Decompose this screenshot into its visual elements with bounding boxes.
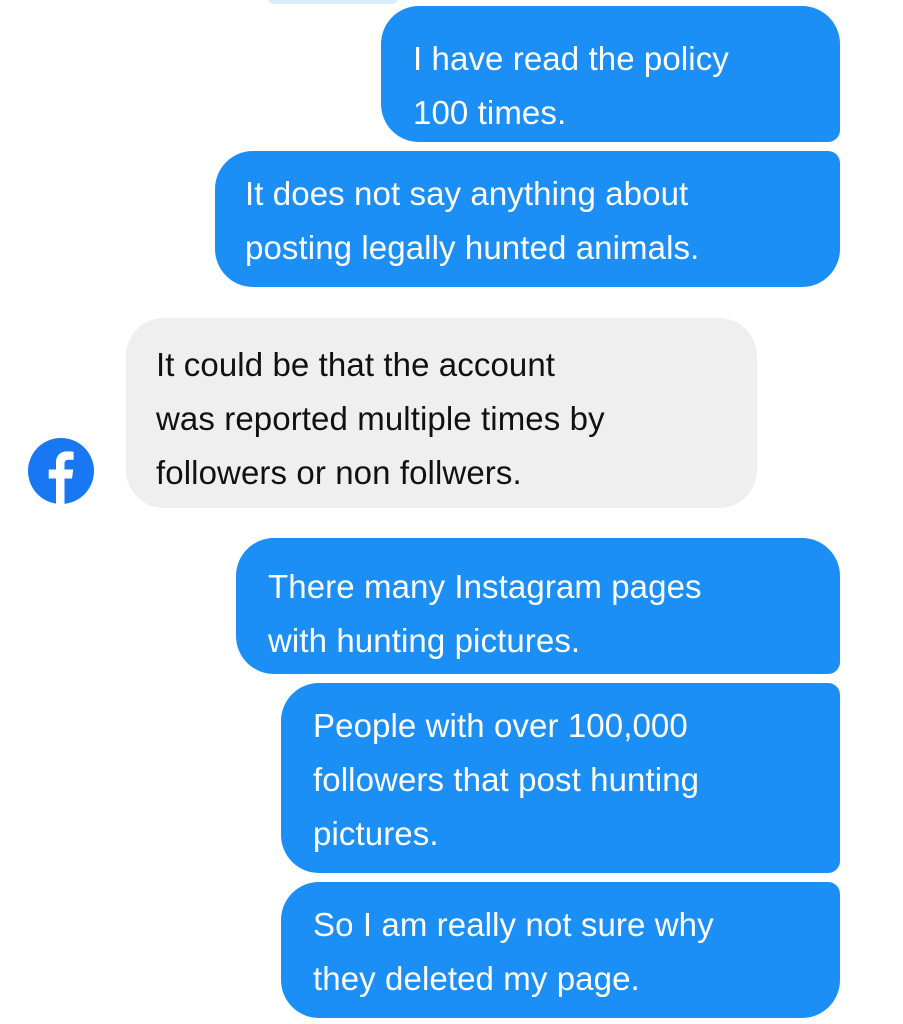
incoming-message-bubble[interactable]: It could be that the account was reporte… xyxy=(126,318,757,508)
outgoing-message-bubble[interactable]: I have read the policy 100 times. xyxy=(381,6,840,142)
outgoing-message-bubble[interactable]: People with over 100,000 followers that … xyxy=(281,683,840,873)
outgoing-message-bubble[interactable]: There many Instagram pages with hunting … xyxy=(236,538,840,674)
previous-message-edge xyxy=(268,0,398,4)
chat-thread: I have read the policy 100 times. It doe… xyxy=(0,0,903,1024)
facebook-logo-icon[interactable] xyxy=(28,438,94,504)
outgoing-message-bubble[interactable]: It does not say anything about posting l… xyxy=(215,151,840,287)
outgoing-message-bubble[interactable]: So I am really not sure why they deleted… xyxy=(281,882,840,1018)
